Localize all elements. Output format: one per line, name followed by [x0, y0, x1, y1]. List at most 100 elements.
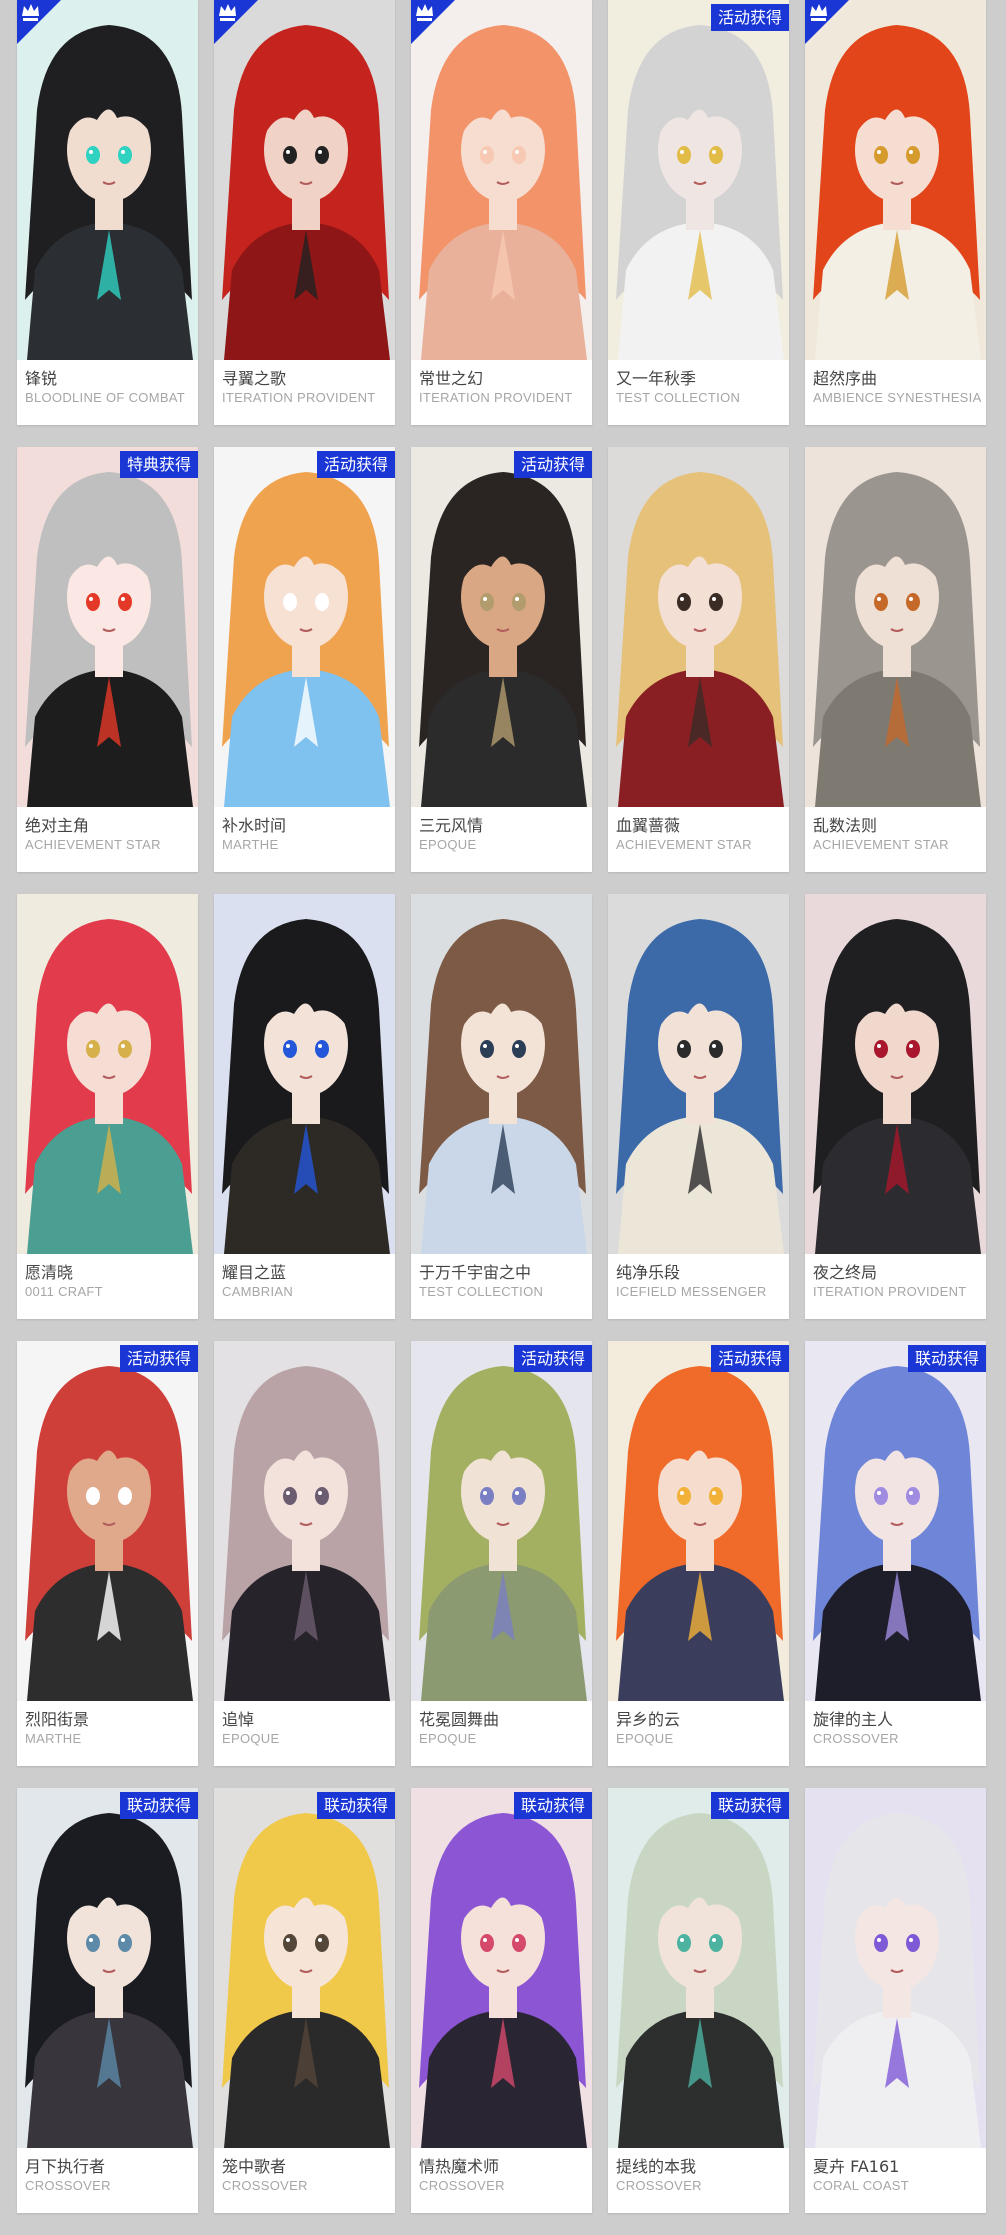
skin-series: MARTHE: [25, 1731, 82, 1746]
acquisition-badge: 活动获得: [710, 1345, 789, 1372]
skin-portrait-image: [805, 447, 986, 807]
skin-card[interactable]: 联动获得 月下执行者 CROSSOVER: [17, 1788, 198, 2213]
skin-portrait-image: [805, 1788, 986, 2148]
skin-card[interactable]: 愿清晓 0011 CRAFT: [17, 894, 198, 1319]
skin-card[interactable]: 追悼 EPOQUE: [214, 1341, 395, 1766]
skin-card[interactable]: 联动获得提线的本我 CROSSOVER: [608, 1788, 789, 2213]
skin-portrait-image: [214, 1788, 395, 2148]
skin-name: 旋律的主人: [813, 1710, 894, 1729]
skin-name: 乱数法则: [813, 816, 878, 835]
skin-portrait-image: [17, 0, 198, 360]
skin-card[interactable]: 特典获得绝对主角 ACHIEVEMENT STAR: [17, 447, 198, 872]
skin-card[interactable]: 纯净乐段 ICEFIELD MESSENGER: [608, 894, 789, 1319]
skin-card[interactable]: 活动获得补水时间 MARTHE: [214, 447, 395, 872]
skin-name: 异乡的云: [616, 1710, 681, 1729]
skin-portrait-image: [411, 1341, 592, 1701]
skin-portrait-image: [17, 447, 198, 807]
skin-portrait-image: [608, 1788, 789, 2148]
skin-name: 烈阳街景: [25, 1710, 90, 1729]
skin-card[interactable]: 夏卉 FA161 CORAL COAST: [805, 1788, 986, 2213]
skin-name: 夏卉 FA161: [813, 2157, 900, 2176]
skin-card[interactable]: 活动获得 又一年秋季 TEST COLLECTION: [608, 0, 789, 425]
skin-portrait-image: [17, 894, 198, 1254]
skin-series: TEST COLLECTION: [419, 1284, 544, 1299]
skin-name: 血翼蔷薇: [616, 816, 681, 835]
skin-name: 纯净乐段: [616, 1263, 681, 1282]
skin-card[interactable]: 锋锐 BLOODLINE OF COMBAT: [17, 0, 198, 425]
skin-name: 锋锐: [25, 369, 58, 388]
skin-series: EPOQUE: [419, 1731, 477, 1746]
skin-series: CROSSOVER: [616, 2178, 702, 2193]
skin-series: CAMBRIAN: [222, 1284, 294, 1299]
skin-card[interactable]: 乱数法则 ACHIEVEMENT STAR: [805, 447, 986, 872]
skin-portrait-image: [17, 1788, 198, 2148]
acquisition-badge: 联动获得: [907, 1345, 986, 1372]
acquisition-badge: 活动获得: [513, 1345, 592, 1372]
skin-card[interactable]: 于万千宇宙之中 TEST COLLECTION: [411, 894, 592, 1319]
skin-portrait-image: [214, 1341, 395, 1701]
skin-card[interactable]: 常世之幻 ITERATION PROVIDENT: [411, 0, 592, 425]
acquisition-badge: 特典获得: [119, 451, 198, 478]
skin-portrait-image: [608, 894, 789, 1254]
skin-series: EPOQUE: [419, 837, 477, 852]
skin-name: 超然序曲: [813, 369, 878, 388]
skin-name: 于万千宇宙之中: [419, 1263, 532, 1282]
skin-series: MARTHE: [222, 837, 279, 852]
skin-name: 情热魔术师: [419, 2157, 500, 2176]
acquisition-badge: 活动获得: [119, 1345, 198, 1372]
skin-portrait-image: [608, 0, 789, 360]
skin-portrait-image: [608, 1341, 789, 1701]
skin-card-grid: 锋锐 BLOODLINE OF COMBAT 寻翼之歌 ITERATION PROVI…: [17, 0, 992, 2218]
skin-portrait-image: [805, 1341, 986, 1701]
skin-name: 夜之终局: [813, 1263, 878, 1282]
skin-series: BLOODLINE OF COMBAT: [25, 390, 186, 405]
acquisition-badge: 联动获得: [710, 1792, 789, 1819]
skin-name: 寻翼之歌: [222, 369, 287, 388]
skin-portrait-image: [411, 1788, 592, 2148]
skin-card[interactable]: 活动获得 三元风情 EPOQUE: [411, 447, 592, 872]
skin-series: EPOQUE: [222, 1731, 280, 1746]
skin-series: CROSSOVER: [419, 2178, 505, 2193]
skin-name: 提线的本我: [616, 2157, 697, 2176]
skin-portrait-image: [805, 0, 986, 360]
crown-corner-icon: [17, 0, 61, 44]
skin-series: 0011 CRAFT: [25, 1284, 103, 1299]
skin-card[interactable]: 联动获得 情热魔术师 CROSSOVER: [411, 1788, 592, 2213]
skin-card[interactable]: 活动获得异乡的云 EPOQUE: [608, 1341, 789, 1766]
skin-series: CORAL COAST: [813, 2178, 910, 2193]
skin-name: 补水时间: [222, 816, 287, 835]
skin-portrait-image: [411, 447, 592, 807]
acquisition-badge: 活动获得: [710, 4, 789, 31]
skin-portrait-image: [214, 894, 395, 1254]
skin-series: CROSSOVER: [25, 2178, 111, 2193]
skin-portrait-image: [805, 894, 986, 1254]
skin-card[interactable]: 联动获得 笼中歌者 CROSSOVER: [214, 1788, 395, 2213]
skin-portrait-image: [608, 447, 789, 807]
acquisition-badge: 联动获得: [316, 1792, 395, 1819]
skin-series: ITERATION PROVIDENT: [813, 1284, 967, 1299]
skin-card[interactable]: 超然序曲 AMBIENCE SYNESTHESIA: [805, 0, 986, 425]
skin-portrait-image: [214, 447, 395, 807]
skin-series: ITERATION PROVIDENT: [222, 390, 376, 405]
acquisition-badge: 活动获得: [513, 451, 592, 478]
skin-card[interactable]: 夜之终局 ITERATION PROVIDENT: [805, 894, 986, 1319]
skin-card[interactable]: 寻翼之歌 ITERATION PROVIDENT: [214, 0, 395, 425]
skin-card[interactable]: 耀目之蓝 CAMBRIAN: [214, 894, 395, 1319]
acquisition-badge: 联动获得: [119, 1792, 198, 1819]
skin-name: 绝对主角: [25, 816, 90, 835]
skin-series: AMBIENCE SYNESTHESIA: [813, 390, 982, 405]
acquisition-badge: 活动获得: [316, 451, 395, 478]
crown-corner-icon: [214, 0, 258, 44]
crown-corner-icon: [411, 0, 455, 44]
skin-card[interactable]: 联动获得 旋律的主人 CROSSOVER: [805, 1341, 986, 1766]
skin-series: CROSSOVER: [222, 2178, 308, 2193]
skin-name: 耀目之蓝: [222, 1263, 287, 1282]
skin-card[interactable]: 活动获得烈阳街景 MARTHE: [17, 1341, 198, 1766]
skin-card[interactable]: 血翼蔷薇 ACHIEVEMENT STAR: [608, 447, 789, 872]
skin-card[interactable]: 活动获得 花冕圆舞曲 EPOQUE: [411, 1341, 592, 1766]
skin-portrait-image: [411, 0, 592, 360]
skin-series: EPOQUE: [616, 1731, 674, 1746]
skin-series: ACHIEVEMENT STAR: [813, 837, 949, 852]
skin-series: ACHIEVEMENT STAR: [25, 837, 161, 852]
skin-portrait-image: [214, 0, 395, 360]
